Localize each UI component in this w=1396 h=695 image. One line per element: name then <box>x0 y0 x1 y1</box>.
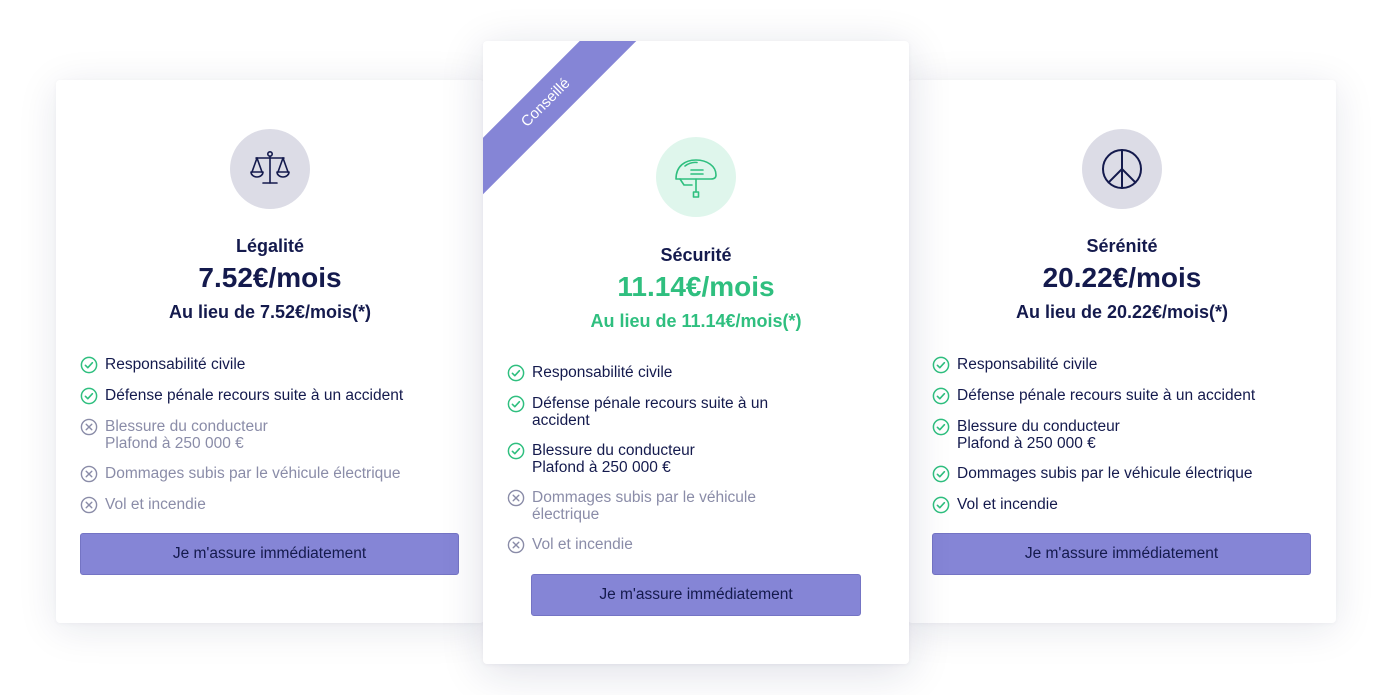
cross-circle-icon <box>80 496 98 514</box>
check-circle-icon <box>80 387 98 405</box>
plan-name: Légalité <box>235 236 305 256</box>
plan-name: Sérénité <box>1086 236 1158 256</box>
plan-icon-badge <box>230 129 310 209</box>
feature-item: Vol et incendie <box>507 536 807 554</box>
cross-circle-icon <box>507 489 525 507</box>
feature-item: Blessure du conducteur Plafond à 250 000… <box>932 418 1322 452</box>
plan-price: 11.14€/mois <box>617 271 775 302</box>
check-circle-icon <box>507 442 525 460</box>
check-circle-icon <box>932 387 950 405</box>
plan-price: 7.52€/mois <box>198 262 342 293</box>
plan-card-serenite: Sérénité 20.22€/mois Au lieu de 20.22€/m… <box>908 80 1336 623</box>
feature-item: Dommages subis par le véhicule électriqu… <box>932 465 1322 483</box>
check-circle-icon <box>932 465 950 483</box>
plan-icon-badge <box>1082 129 1162 209</box>
check-circle-icon <box>932 418 950 436</box>
plan-price: 20.22€/mois <box>1042 262 1202 293</box>
plan-header: Légalité 7.52€/mois Au lieu de 7.52€/moi… <box>56 234 484 324</box>
feature-label: Défense pénale recours suite à un accide… <box>957 387 1256 404</box>
feature-sublabel: Plafond à 250 000 € <box>957 435 1096 452</box>
feature-label: Vol et incendie <box>105 496 206 513</box>
feature-item: Défense pénale recours suite à un accide… <box>932 387 1322 405</box>
feature-label: Vol et incendie <box>957 496 1058 513</box>
feature-item: Vol et incendie <box>932 496 1322 514</box>
scales-icon <box>250 151 290 184</box>
plan-name: Sécurité <box>660 245 732 265</box>
feature-item: Responsabilité civile <box>80 356 470 374</box>
check-circle-icon <box>80 356 98 374</box>
feature-label: Responsabilité civile <box>532 364 673 381</box>
feature-list: Responsabilité civile Défense pénale rec… <box>507 364 807 567</box>
feature-list: Responsabilité civile Défense pénale rec… <box>932 356 1322 527</box>
feature-label: Défense pénale recours suite à un accide… <box>532 395 769 429</box>
plan-original-price: Au lieu de 20.22€/mois(*) <box>1015 302 1229 322</box>
plan-original-price: Au lieu de 7.52€/mois(*) <box>168 302 372 322</box>
feature-item: Dommages subis par le véhicule électriqu… <box>507 489 807 523</box>
feature-label: Responsabilité civile <box>957 356 1098 373</box>
plan-original-price: Au lieu de 11.14€/mois(*) <box>590 311 802 331</box>
check-circle-icon <box>507 364 525 382</box>
feature-label: Défense pénale recours suite à un accide… <box>105 387 404 404</box>
feature-item: Défense pénale recours suite à un accide… <box>80 387 470 405</box>
cross-circle-icon <box>80 465 98 483</box>
feature-item: Responsabilité civile <box>507 364 807 382</box>
feature-list: Responsabilité civile Défense pénale rec… <box>80 356 470 527</box>
cross-circle-icon <box>80 418 98 436</box>
plan-icon-badge <box>656 137 736 217</box>
feature-item: Dommages subis par le véhicule électriqu… <box>80 465 470 483</box>
feature-item: Blessure du conducteur Plafond à 250 000… <box>507 442 807 476</box>
feature-sublabel: Plafond à 250 000 € <box>532 459 671 476</box>
feature-label: Dommages subis par le véhicule électriqu… <box>957 465 1253 482</box>
feature-label: Vol et incendie <box>532 536 633 553</box>
feature-sublabel: Plafond à 250 000 € <box>105 435 244 452</box>
plan-card-legalite: Légalité 7.52€/mois Au lieu de 7.52€/moi… <box>56 80 484 623</box>
plan-card-securite: Conseillé Sécurité 11.14€/mois Au lieu d… <box>483 41 909 664</box>
recommended-ribbon: Conseillé <box>483 41 642 199</box>
feature-label: Blessure du conducteur <box>105 418 268 435</box>
feature-label: Blessure du conducteur <box>957 418 1120 435</box>
peace-icon <box>1102 149 1142 189</box>
check-circle-icon <box>932 356 950 374</box>
subscribe-button[interactable]: Je m'assure immédiatement <box>531 574 861 616</box>
plan-header: Sérénité 20.22€/mois Au lieu de 20.22€/m… <box>908 234 1336 324</box>
feature-item: Défense pénale recours suite à un accide… <box>507 395 807 429</box>
check-circle-icon <box>932 496 950 514</box>
check-circle-icon <box>507 395 525 413</box>
cross-circle-icon <box>507 536 525 554</box>
feature-item: Responsabilité civile <box>932 356 1322 374</box>
subscribe-button[interactable]: Je m'assure immédiatement <box>932 533 1311 575</box>
feature-label: Blessure du conducteur <box>532 442 695 459</box>
plan-header: Sécurité 11.14€/mois Au lieu de 11.14€/m… <box>483 243 909 333</box>
subscribe-button[interactable]: Je m'assure immédiatement <box>80 533 459 575</box>
feature-label: Dommages subis par le véhicule électriqu… <box>105 465 401 482</box>
feature-label: Dommages subis par le véhicule électriqu… <box>532 489 756 523</box>
helmet-icon <box>675 159 717 198</box>
feature-item: Blessure du conducteur Plafond à 250 000… <box>80 418 470 452</box>
feature-item: Vol et incendie <box>80 496 470 514</box>
feature-label: Responsabilité civile <box>105 356 246 373</box>
